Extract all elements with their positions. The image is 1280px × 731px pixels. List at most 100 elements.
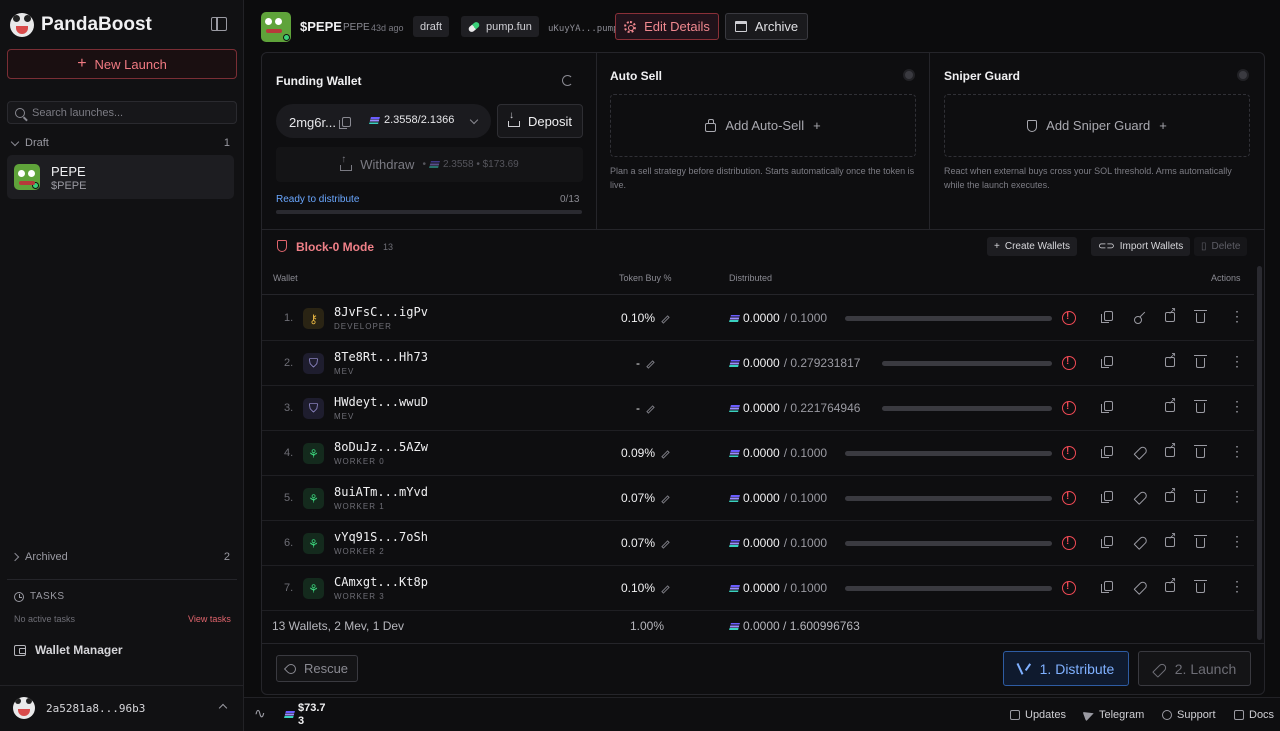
pencil-icon[interactable] (646, 359, 655, 369)
warning-icon[interactable] (1062, 581, 1076, 595)
pencil-icon[interactable] (661, 494, 670, 504)
more-icon[interactable] (1227, 533, 1244, 550)
warning-icon[interactable] (1062, 356, 1076, 370)
table-scrollbar[interactable] (1257, 266, 1262, 640)
trash-icon[interactable] (1194, 400, 1207, 413)
wallet-address[interactable]: 8Te8Rt...Hh73 (334, 350, 428, 364)
user-menu[interactable]: 2a5281a8...96b3 (0, 685, 243, 731)
copy-icon[interactable] (1101, 401, 1113, 413)
external-link-icon[interactable] (1165, 486, 1176, 502)
trash-icon[interactable] (1194, 535, 1207, 548)
refresh-icon[interactable] (562, 75, 573, 86)
external-link-icon[interactable] (1165, 351, 1176, 367)
copy-icon[interactable] (1101, 446, 1113, 458)
archive-button[interactable]: Archive (725, 13, 808, 40)
pencil-icon[interactable] (646, 404, 655, 414)
token-buy-cell[interactable]: - (636, 356, 655, 370)
warning-icon[interactable] (1062, 401, 1076, 415)
add-auto-sell-button[interactable]: Add Auto-Sell + (610, 94, 916, 157)
wallet-address[interactable]: HWdeyt...wwuD (334, 395, 428, 409)
pencil-icon[interactable] (661, 584, 670, 594)
updates-link[interactable]: Updates (1010, 709, 1066, 721)
search-input[interactable] (32, 106, 222, 119)
pencil-icon[interactable] (661, 449, 670, 459)
more-icon[interactable] (1227, 443, 1244, 460)
warning-icon[interactable] (1062, 311, 1076, 325)
trash-icon[interactable] (1194, 490, 1207, 503)
token-buy-cell[interactable]: 0.10% (621, 311, 670, 325)
wallet-address[interactable]: vYq91S...7oSh (334, 530, 428, 544)
support-link[interactable]: Support (1162, 709, 1216, 721)
wallet-address[interactable]: CAmxgt...Kt8p (334, 575, 428, 589)
delete-button[interactable]: ▯ Delete (1194, 237, 1248, 256)
warning-icon[interactable] (1062, 446, 1076, 460)
wallet-address[interactable]: 8JvFsC...igPv (334, 305, 428, 319)
sidebar-collapse-icon[interactable] (211, 17, 227, 31)
pencil-icon[interactable] (661, 539, 670, 549)
trash-icon[interactable] (1194, 445, 1207, 458)
distribute-button[interactable]: 1. Distribute (1003, 651, 1129, 686)
trash-icon[interactable] (1194, 580, 1207, 593)
distribution-progress-bar (845, 541, 1052, 546)
token-buy-cell[interactable]: 0.09% (621, 446, 670, 460)
rescue-button[interactable]: Rescue (276, 655, 358, 682)
token-buy-cell[interactable]: 0.07% (621, 491, 670, 505)
token-buy-cell[interactable]: - (636, 401, 655, 415)
external-link-icon[interactable] (1165, 306, 1176, 322)
external-link-icon[interactable] (1165, 441, 1176, 457)
create-wallets-button[interactable]: + Create Wallets (987, 237, 1078, 256)
wallet-manager-button[interactable]: Wallet Manager (14, 643, 123, 657)
archived-group-toggle[interactable]: Archived 2 (10, 549, 230, 565)
rocket-icon[interactable] (1134, 446, 1146, 458)
wallet-address[interactable]: 8uiATm...mYvd (334, 485, 428, 499)
launch-item-pepe[interactable]: PEPE $PEPE (7, 155, 234, 199)
edit-details-button[interactable]: Edit Details (615, 13, 719, 40)
token-buy-cell[interactable]: 0.10% (621, 581, 670, 595)
more-icon[interactable] (1227, 398, 1244, 415)
external-link-icon[interactable] (1165, 576, 1176, 592)
platform-badge[interactable]: pump.fun (461, 16, 539, 37)
wallet-address[interactable]: 8oDuJz...5AZw (334, 440, 428, 454)
more-icon[interactable] (1227, 578, 1244, 595)
sniper-guard-toggle[interactable] (1237, 69, 1249, 81)
rocket-icon[interactable] (1134, 536, 1146, 548)
more-icon[interactable] (1227, 308, 1244, 325)
copy-icon[interactable] (339, 117, 351, 129)
copy-icon[interactable] (1101, 356, 1113, 368)
copy-icon[interactable] (1101, 311, 1113, 323)
deposit-button[interactable]: Deposit (497, 104, 583, 138)
rocket-icon[interactable] (1134, 491, 1146, 503)
mint-address[interactable]: uKuyYA...pump (548, 24, 618, 34)
add-sniper-guard-button[interactable]: Add Sniper Guard + (944, 94, 1250, 157)
telegram-link[interactable]: Telegram (1082, 708, 1144, 722)
withdraw-button[interactable]: Withdraw • 2.3558 • $173.69 (276, 147, 583, 182)
copy-icon[interactable] (1101, 491, 1113, 503)
token-buy-cell[interactable]: 0.07% (621, 536, 670, 550)
import-wallets-button[interactable]: ⊂⊃ Import Wallets (1091, 237, 1191, 256)
key-icon[interactable] (1134, 311, 1146, 324)
external-link-icon[interactable] (1165, 396, 1176, 412)
trash-icon[interactable] (1194, 355, 1207, 368)
token-ticker: $PEPE (300, 19, 342, 34)
auto-sell-toggle[interactable] (903, 69, 915, 81)
rocket-icon[interactable] (1134, 581, 1146, 593)
chevron-down-icon (469, 115, 479, 125)
new-launch-button[interactable]: + New Launch (7, 49, 237, 79)
warning-icon[interactable] (1062, 491, 1076, 505)
more-icon[interactable] (1227, 353, 1244, 370)
copy-icon[interactable] (1101, 536, 1113, 548)
draft-group-toggle[interactable]: Draft 1 (10, 135, 230, 151)
docs-link[interactable]: Docs (1234, 709, 1274, 721)
trash-icon[interactable] (1194, 310, 1207, 323)
warning-icon[interactable] (1062, 536, 1076, 550)
copy-icon[interactable] (1101, 581, 1113, 593)
view-tasks-link[interactable]: View tasks (188, 614, 231, 624)
search-box[interactable] (7, 101, 237, 124)
external-link-icon[interactable] (1165, 531, 1176, 547)
funding-wallet-selector[interactable]: 2mg6r... 2.3558/2.1366 (276, 104, 491, 138)
launch-button[interactable]: 2. Launch (1138, 651, 1251, 686)
more-icon[interactable] (1227, 488, 1244, 505)
activity-icon[interactable] (254, 705, 266, 722)
pepe-token-icon (14, 164, 40, 190)
pencil-icon[interactable] (661, 314, 670, 324)
